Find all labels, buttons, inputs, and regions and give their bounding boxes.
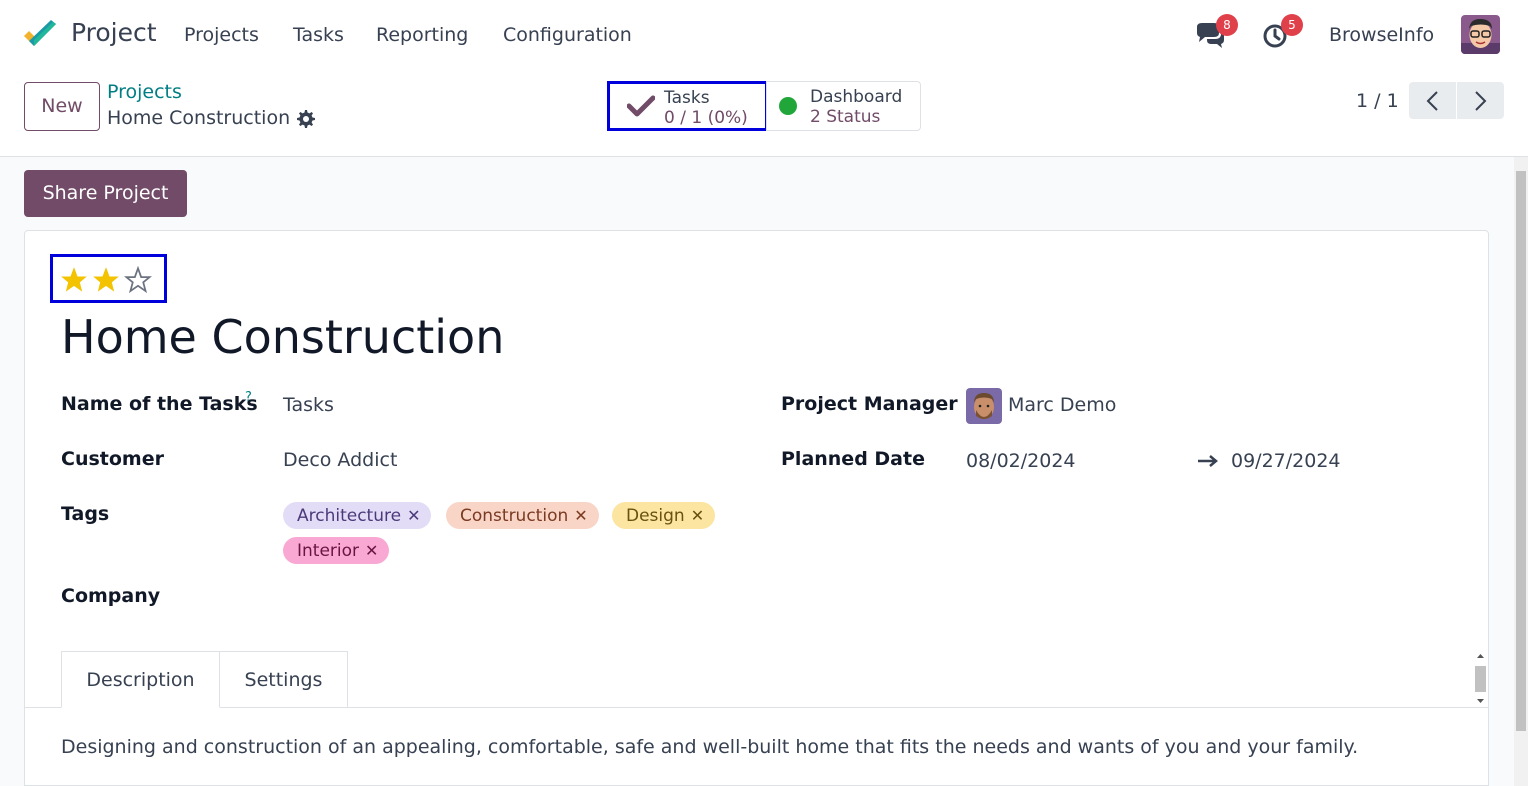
menu-reporting[interactable]: Reporting: [376, 24, 468, 46]
tag-name: Architecture: [297, 506, 402, 526]
tab-description[interactable]: Description: [61, 651, 220, 708]
inner-scrollbar[interactable]: [1474, 652, 1487, 705]
user-avatar[interactable]: [1461, 15, 1500, 54]
top-navbar: Project Projects Tasks Reporting Configu…: [0, 0, 1528, 70]
task-name-label: Name of the Tasks: [61, 393, 258, 415]
tag-name: Design: [626, 506, 685, 526]
status-dot-icon: [779, 97, 797, 115]
planned-date-end[interactable]: 09/27/2024: [1231, 450, 1341, 472]
tasks-stat-value: 0 / 1 (0%): [664, 108, 748, 128]
menu-projects[interactable]: Projects: [184, 24, 259, 46]
check-icon: [627, 95, 655, 117]
pager-value[interactable]: 1 / 1: [1356, 90, 1399, 112]
description-text[interactable]: Designing and construction of an appeali…: [61, 736, 1358, 758]
new-button[interactable]: New: [24, 82, 100, 131]
main-scrollbar-thumb[interactable]: [1516, 171, 1526, 731]
dashboard-smart-button[interactable]: Dashboard 2 Status: [766, 81, 921, 131]
tag-name: Construction: [460, 506, 569, 526]
menu-configuration[interactable]: Configuration: [503, 24, 632, 46]
project-title[interactable]: Home Construction: [61, 310, 504, 364]
task-name-field[interactable]: Tasks: [283, 394, 334, 416]
pager-next-button[interactable]: [1457, 82, 1504, 119]
tasks-smart-button[interactable]: Tasks 0 / 1 (0%): [607, 81, 768, 131]
remove-tag-icon[interactable]: ✕: [691, 502, 704, 529]
tag-chip[interactable]: Architecture ✕: [283, 502, 432, 529]
control-panel: New Projects Home Construction Tasks 0 /…: [0, 70, 1528, 157]
tags-label: Tags: [61, 503, 110, 525]
main-scrollbar[interactable]: [1514, 157, 1528, 786]
breadcrumb-projects-link[interactable]: Projects: [107, 81, 182, 103]
tag-chip[interactable]: Design ✕: [612, 502, 716, 529]
priority-stars: [50, 254, 167, 303]
pager-previous-button[interactable]: [1409, 82, 1456, 119]
company-label: Company: [61, 585, 161, 607]
chevron-left-icon: [1426, 91, 1438, 111]
tag-name: Interior: [297, 541, 360, 561]
company-switcher[interactable]: BrowseInfo: [1329, 24, 1434, 46]
gear-icon[interactable]: [296, 109, 316, 129]
arrow-right-icon: [1198, 455, 1218, 467]
project-manager-label: Project Manager: [781, 393, 958, 415]
remove-tag-icon[interactable]: ✕: [407, 502, 420, 529]
help-tooltip-icon[interactable]: ?: [245, 390, 252, 405]
tag-chip[interactable]: Construction ✕: [446, 502, 599, 529]
star-empty-icon[interactable]: [124, 266, 152, 294]
remove-tag-icon[interactable]: ✕: [574, 502, 587, 529]
menu-tasks[interactable]: Tasks: [293, 24, 344, 46]
app-title[interactable]: Project: [71, 18, 157, 47]
tab-settings[interactable]: Settings: [220, 651, 348, 708]
customer-label: Customer: [61, 448, 164, 470]
star-filled-icon[interactable]: [92, 266, 120, 294]
chevron-right-icon: [1475, 91, 1487, 111]
customer-field[interactable]: Deco Addict: [283, 449, 397, 471]
tasks-stat-label: Tasks: [664, 88, 710, 108]
tag-chip[interactable]: Interior ✕: [283, 537, 390, 564]
breadcrumb-current: Home Construction: [107, 107, 291, 129]
messages-badge: 8: [1216, 14, 1238, 36]
dashboard-stat-label: Dashboard: [810, 87, 903, 107]
planned-date-label: Planned Date: [781, 448, 925, 470]
share-project-button[interactable]: Share Project: [24, 170, 187, 217]
manager-avatar: [966, 388, 1002, 424]
planned-date-start[interactable]: 08/02/2024: [966, 450, 1076, 472]
remove-tag-icon[interactable]: ✕: [365, 537, 378, 564]
dashboard-stat-value: 2 Status: [810, 107, 881, 127]
project-manager-field[interactable]: Marc Demo: [1008, 394, 1116, 416]
project-app-logo-icon[interactable]: [22, 20, 58, 50]
star-filled-icon[interactable]: [60, 266, 88, 294]
activities-badge: 5: [1281, 14, 1303, 36]
